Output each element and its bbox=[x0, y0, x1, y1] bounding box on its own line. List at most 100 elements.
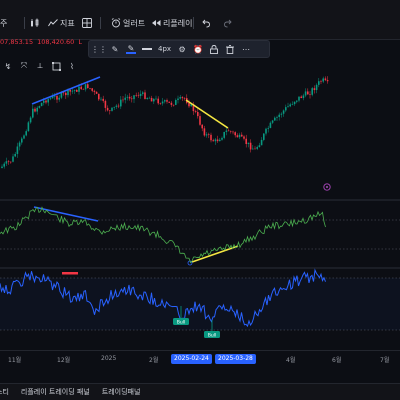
redo-button[interactable] bbox=[223, 15, 233, 31]
candle-body bbox=[139, 93, 142, 96]
candle-body bbox=[98, 93, 100, 100]
left-tool-row: ↯ ⤧ ⟂ ⌇ bbox=[0, 60, 78, 74]
replay-label: 리플레이 bbox=[163, 18, 193, 28]
candle-body bbox=[122, 99, 124, 101]
candle-body bbox=[54, 96, 56, 97]
line-width-label[interactable]: 4px bbox=[158, 45, 171, 53]
candle-body bbox=[249, 142, 252, 150]
candle-body bbox=[1, 166, 3, 168]
crosshair-tool-icon[interactable]: ⤧ bbox=[18, 60, 30, 72]
bottom-tab-0[interactable]: 스티 bbox=[0, 387, 9, 397]
candle-body bbox=[175, 100, 177, 105]
candle-body bbox=[313, 88, 316, 91]
candle-body bbox=[73, 89, 76, 91]
candle-body bbox=[18, 142, 21, 147]
alerts-label: 얼러트 bbox=[123, 18, 146, 28]
more-icon[interactable]: ⋯ bbox=[241, 44, 251, 54]
lock-icon[interactable] bbox=[209, 44, 219, 54]
candle-body bbox=[256, 147, 258, 149]
candle-body bbox=[267, 127, 269, 129]
candle-body bbox=[78, 86, 80, 92]
pattern-tool-icon[interactable]: ↯ bbox=[2, 60, 14, 72]
bottom-tab-replay-trading-panel[interactable]: 리플레이 트레이딩 패널 bbox=[21, 387, 90, 397]
toolbar-divider bbox=[24, 17, 25, 29]
rectangle-tool-icon[interactable] bbox=[50, 60, 62, 72]
candle-body bbox=[153, 98, 155, 102]
chart-canvas[interactable]: Bull Bull bbox=[0, 40, 400, 350]
candle-body bbox=[14, 153, 16, 157]
candle-body bbox=[304, 91, 307, 96]
candle-body bbox=[197, 111, 199, 117]
drag-handle-icon[interactable]: ⋮⋮ bbox=[91, 44, 107, 54]
candle-body bbox=[243, 136, 245, 139]
alarm-icon bbox=[111, 18, 121, 28]
candle-body bbox=[232, 131, 234, 133]
layouts-button[interactable] bbox=[82, 15, 92, 31]
candle-body bbox=[245, 138, 247, 144]
candle-body bbox=[34, 108, 36, 112]
candle-body bbox=[219, 139, 221, 142]
settings-gear-icon[interactable]: ⚙ bbox=[177, 44, 187, 54]
grid-icon bbox=[82, 18, 92, 28]
candle-body bbox=[194, 111, 197, 112]
bottom-panel-tabs: 스티 리플레이 트레이딩 패널 트레이딩패널 bbox=[0, 383, 400, 400]
time-axis[interactable]: 11월 12월 2025 2월 2025-02-24 2025-03-28 4월… bbox=[0, 350, 400, 368]
candle-body bbox=[56, 96, 58, 100]
candle-body bbox=[16, 146, 19, 154]
candle-body bbox=[203, 128, 206, 136]
candle-body bbox=[289, 104, 291, 107]
bull-signal-2-label: Bull bbox=[208, 333, 217, 339]
indicators-label: 지표 bbox=[60, 18, 75, 28]
candle-body bbox=[201, 124, 203, 129]
trash-icon[interactable] bbox=[225, 44, 235, 54]
candle-body bbox=[276, 116, 278, 118]
candle-body bbox=[135, 95, 137, 96]
undo-button[interactable] bbox=[201, 15, 211, 31]
candle-body bbox=[221, 137, 223, 140]
time-label: 11월 bbox=[8, 357, 22, 364]
time-label: 7월 bbox=[380, 357, 390, 364]
candle-body bbox=[212, 140, 214, 142]
candle-body bbox=[258, 145, 261, 148]
ohlc-legend: 07,853.15 108,420.60 L bbox=[0, 38, 82, 48]
alerts-button[interactable]: 얼러트 bbox=[111, 15, 145, 31]
candle-body bbox=[164, 100, 166, 102]
pencil-icon[interactable]: ✎ bbox=[110, 44, 120, 54]
drawing-toolbar: ⋮⋮ ✎ ✎ 4px ⚙ ⏰ ⋯ bbox=[88, 40, 270, 58]
indicators-icon bbox=[48, 19, 58, 27]
candle-body bbox=[137, 95, 140, 96]
candle-body bbox=[142, 92, 144, 94]
bottom-tab-trading-panel[interactable]: 트레이딩패널 bbox=[102, 387, 141, 397]
candle-body bbox=[65, 92, 67, 96]
candle-body bbox=[205, 134, 208, 136]
candle-body bbox=[36, 107, 38, 112]
candle-body bbox=[291, 104, 294, 105]
symbol-label: 주 bbox=[0, 18, 8, 28]
indicators-button[interactable]: 지표 bbox=[48, 15, 75, 31]
candle-body bbox=[311, 88, 313, 95]
measure-tool-icon[interactable]: ⟂ bbox=[34, 60, 46, 72]
symbol-button[interactable]: 주 bbox=[0, 15, 7, 31]
alert-add-icon[interactable]: ⏰ bbox=[193, 44, 203, 54]
candle-body bbox=[113, 106, 115, 108]
candle-body bbox=[214, 139, 217, 142]
line-style-icon[interactable] bbox=[142, 44, 152, 54]
redo-icon bbox=[224, 19, 232, 28]
candle-body bbox=[287, 106, 289, 108]
candle-body bbox=[315, 84, 318, 91]
undo-icon bbox=[202, 19, 210, 28]
candle-body bbox=[40, 102, 43, 107]
candle-body bbox=[5, 161, 8, 164]
brush-tool-icon[interactable]: ⌇ bbox=[66, 60, 78, 72]
candle-body bbox=[80, 86, 82, 90]
candle-body bbox=[117, 105, 120, 107]
replay-button[interactable]: 리플레이 bbox=[151, 15, 192, 31]
color-pen-icon[interactable]: ✎ bbox=[126, 44, 136, 54]
candle-body bbox=[128, 96, 131, 99]
candle-body bbox=[76, 89, 78, 92]
compare-button[interactable] bbox=[30, 15, 40, 31]
candle-body bbox=[150, 97, 153, 102]
toolbar-divider bbox=[100, 17, 101, 29]
range-start-badge: 2025-02-24 bbox=[171, 354, 212, 364]
candle-body bbox=[302, 95, 305, 99]
